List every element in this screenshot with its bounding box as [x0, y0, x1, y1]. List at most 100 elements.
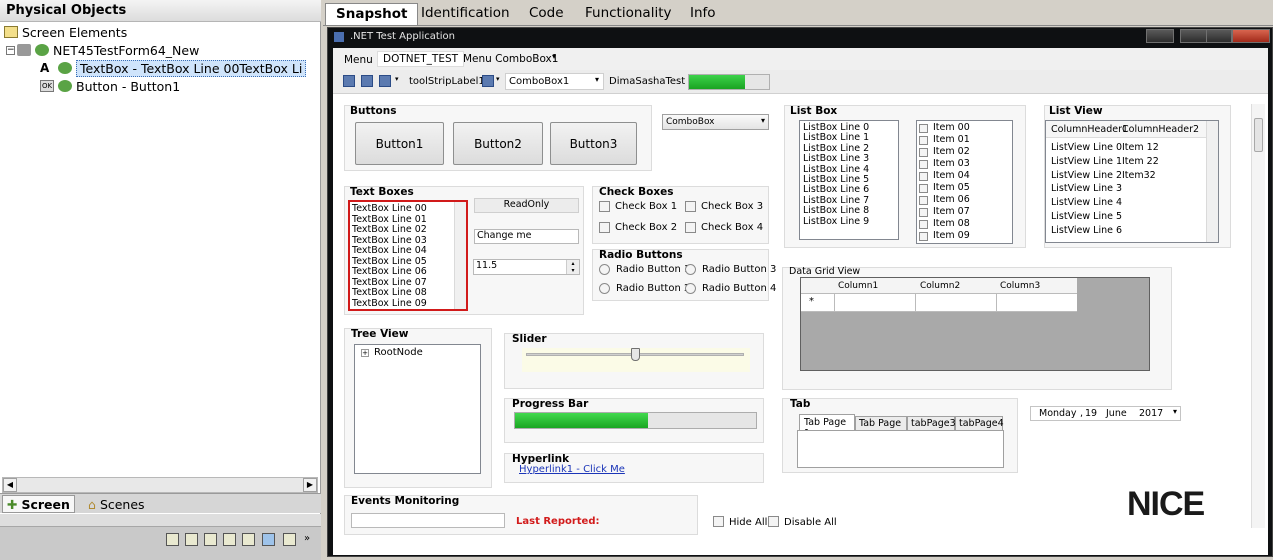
scrollbar-thumb[interactable]: [1254, 118, 1263, 152]
slider-thumb[interactable]: [630, 348, 640, 361]
textbox-line[interactable]: TextBox Line 04: [352, 245, 427, 256]
list-view-item[interactable]: ListView Line 3: [1051, 183, 1122, 194]
textbox-line[interactable]: TextBox Line 00: [352, 203, 427, 214]
radio-button-3[interactable]: [685, 264, 696, 275]
tool-icon-6[interactable]: [262, 533, 275, 546]
date-number[interactable]: 19: [1085, 408, 1097, 419]
close-icon[interactable]: [1232, 29, 1270, 43]
button3[interactable]: Button3: [550, 122, 637, 165]
menu-dotnet-test[interactable]: DOTNET_TEST: [377, 51, 465, 67]
slider[interactable]: [522, 348, 750, 372]
checkbox-1[interactable]: [599, 201, 610, 212]
tab-page-1[interactable]: Tab Page 1: [799, 414, 855, 439]
grid-column-1[interactable]: Column1: [838, 281, 878, 291]
tab-scenes[interactable]: ⌂ Scenes: [84, 495, 149, 513]
checked-list-checkbox[interactable]: [919, 124, 928, 133]
checked-list-checkbox[interactable]: [919, 184, 928, 193]
spinner-arrows-icon[interactable]: ▴ ▾: [566, 260, 579, 274]
data-grid-view[interactable]: Column1 Column2 Column3 *: [800, 277, 1150, 371]
split-dropdown-icon[interactable]: ▾: [496, 75, 500, 83]
splitter[interactable]: [0, 514, 321, 526]
list-box[interactable]: ListBox Line 0 ListBox Line 1 ListBox Line…: [799, 120, 899, 240]
radio-button-1[interactable]: [599, 264, 610, 275]
list-view-item[interactable]: ListView Line 2: [1051, 170, 1122, 181]
checkbox-2[interactable]: [599, 222, 610, 233]
list-view-item[interactable]: ListView Line 1: [1051, 156, 1122, 167]
collapse-icon[interactable]: −: [6, 45, 15, 55]
menu-combobox1[interactable]: Menu ComboBox1: [458, 52, 563, 66]
tab-functionality[interactable]: Functionality: [575, 3, 681, 25]
list-view-item[interactable]: ListView Line 5: [1051, 211, 1122, 222]
chevron-down-icon[interactable]: ▾: [1173, 407, 1177, 416]
expand-icon[interactable]: +: [361, 349, 369, 357]
scroll-right-arrow[interactable]: ▶: [303, 478, 317, 492]
checked-list-checkbox[interactable]: [919, 136, 928, 145]
tree-node-screen-elements[interactable]: Screen Elements: [4, 23, 127, 41]
date-year[interactable]: 2017: [1139, 408, 1163, 419]
toolbar-dropdown-icon[interactable]: ▾: [395, 75, 399, 83]
restore-icon[interactable]: [1146, 29, 1174, 43]
tab-snapshot[interactable]: Snapshot: [325, 3, 419, 25]
list-view-scrollbar[interactable]: [1206, 121, 1218, 242]
checkbox-3[interactable]: [685, 201, 696, 212]
checked-list-checkbox[interactable]: [919, 160, 928, 169]
date-month[interactable]: June: [1106, 408, 1127, 419]
tab-page-4[interactable]: tabPage4: [955, 416, 1004, 431]
tab-identification[interactable]: Identification: [411, 3, 520, 25]
disable-all-checkbox[interactable]: [768, 516, 779, 527]
menu-menu[interactable]: Menu: [339, 53, 378, 67]
scroll-left-arrow[interactable]: ◀: [3, 478, 17, 492]
maximize-icon[interactable]: [1206, 29, 1232, 43]
textbox-line[interactable]: TextBox Line 09: [352, 298, 427, 309]
multiline-textbox[interactable]: TextBox Line 00 TextBox Line 01 TextBox Li…: [348, 200, 468, 311]
toolbar-icon-3[interactable]: [379, 75, 391, 87]
button2[interactable]: Button2: [453, 122, 543, 165]
checked-list-checkbox[interactable]: [919, 148, 928, 157]
client-scrollbar[interactable]: [1251, 104, 1265, 528]
tool-icon-4[interactable]: [223, 533, 236, 546]
tool-icon-3[interactable]: [204, 533, 217, 546]
list-view[interactable]: ColumnHeader1 ColumnHeader2 ListView Lin…: [1045, 120, 1219, 243]
tab-code[interactable]: Code: [519, 3, 574, 25]
tool-icon-5[interactable]: [242, 533, 255, 546]
toolbar-icon-2[interactable]: [361, 75, 373, 87]
textbox-line[interactable]: TextBox Line 08: [352, 287, 427, 298]
radio-button-4[interactable]: [685, 283, 696, 294]
hide-all-checkbox[interactable]: [713, 516, 724, 527]
column-header-1[interactable]: ColumnHeader1: [1051, 124, 1128, 135]
events-input[interactable]: [351, 513, 505, 528]
button1[interactable]: Button1: [355, 122, 444, 165]
tool-icon-7[interactable]: [283, 533, 296, 546]
radio-button-2[interactable]: [599, 283, 610, 294]
textbox-line[interactable]: TextBox Line 02: [352, 224, 427, 235]
grid-column-2[interactable]: Column2: [920, 281, 960, 291]
tree-view[interactable]: + RootNode: [354, 344, 481, 474]
column-header-2[interactable]: ColumnHeader2: [1122, 124, 1199, 135]
tree-root-node[interactable]: RootNode: [374, 347, 423, 358]
tool-icon-1[interactable]: [166, 533, 179, 546]
tab-page-3[interactable]: tabPage3: [907, 416, 956, 431]
tree-node-app[interactable]: − NET45TestForm64_New: [6, 41, 199, 59]
combobox[interactable]: ComboBox ▾: [662, 114, 769, 130]
list-view-item[interactable]: ListView Line 0: [1051, 142, 1122, 153]
textbox-scrollbar[interactable]: [454, 202, 466, 309]
date-picker[interactable]: Monday , 19 June 2017 ▾: [1030, 406, 1181, 421]
toolbar-split-icon[interactable]: [482, 75, 494, 87]
minimize-icon[interactable]: [1180, 29, 1208, 43]
checked-list-checkbox[interactable]: [919, 208, 928, 217]
horizontal-scrollbar[interactable]: ◀ ▶: [2, 477, 318, 493]
grid-column-3[interactable]: Column3: [1000, 281, 1040, 291]
checked-list-checkbox[interactable]: [919, 220, 928, 229]
list-view-item[interactable]: ListView Line 6: [1051, 225, 1122, 236]
tab-screen[interactable]: ✚ Screen: [2, 495, 75, 513]
tree-node-textbox[interactable]: A TextBox - TextBox Line 00TextBox Li: [40, 59, 307, 77]
toolbar-combobox[interactable]: ComboBox1 ▾: [505, 73, 604, 90]
checked-list-checkbox[interactable]: [919, 196, 928, 205]
checked-list-checkbox[interactable]: [919, 172, 928, 181]
hyperlink[interactable]: Hyperlink1 - Click Me: [519, 464, 625, 475]
checked-list-checkbox[interactable]: [919, 232, 928, 241]
textbox-line[interactable]: TextBox Line 06: [352, 266, 427, 277]
grid-new-row[interactable]: *: [801, 294, 1077, 312]
change-me-textbox[interactable]: Change me: [474, 229, 579, 244]
list-view-item[interactable]: ListView Line 4: [1051, 197, 1122, 208]
